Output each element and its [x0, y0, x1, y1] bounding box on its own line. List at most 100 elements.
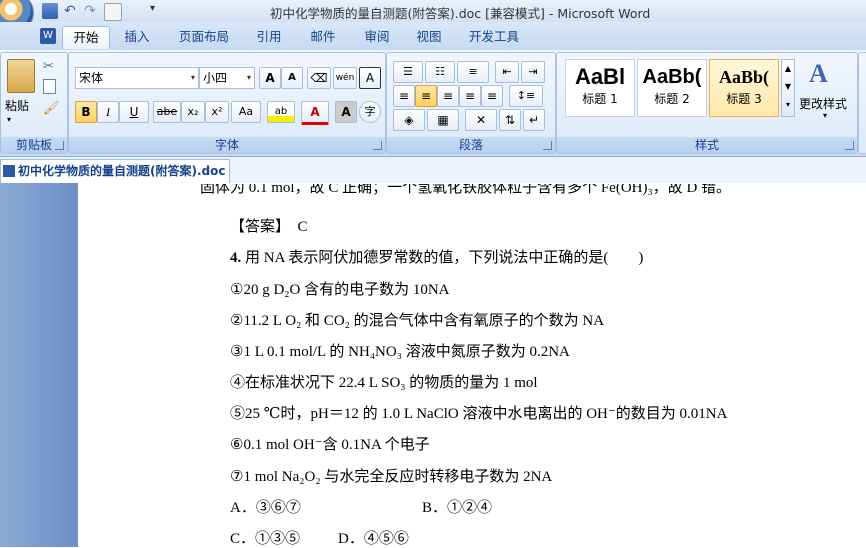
font-size-select[interactable]: 小四 ▾: [199, 67, 255, 89]
numbering-icon[interactable]: ☷: [425, 61, 455, 83]
option-d: D．④⑤⑥: [338, 531, 409, 547]
customize-qat-icon[interactable]: ▾: [150, 3, 155, 14]
list-item: ①20 g D₂O 含有的电子数为 10NA: [230, 282, 450, 298]
tab-home[interactable]: 开始: [62, 26, 110, 49]
align-left-icon[interactable]: ≡: [393, 85, 415, 107]
styles-gallery-scroll[interactable]: ▲ ▼ ▾: [781, 59, 795, 117]
enclose-char-button[interactable]: 字: [359, 101, 381, 123]
window-title: 初中化学物质的量自测题(附答案).doc [兼容模式] - Microsoft …: [270, 6, 651, 21]
document-tab-bar: 初中化学物质的量自测题(附答案).doc: [0, 157, 866, 184]
editing-group-edge: [858, 52, 866, 154]
redo-icon[interactable]: ↷: [84, 3, 100, 19]
sort-icon[interactable]: ⇅: [499, 109, 521, 131]
align-center-icon[interactable]: ≡: [415, 85, 437, 107]
superscript-button[interactable]: x²: [205, 101, 229, 123]
style-sample: AaBl: [574, 64, 626, 89]
question-text: 用 NA 表示阿伏加德罗常数的值，下列说法中正确的是( ): [245, 250, 644, 266]
font-launcher-icon[interactable]: [373, 141, 382, 150]
save-icon[interactable]: [42, 3, 58, 19]
ribbon-tabs: W 开始 插入 页面布局 引用 邮件 审阅 视图 开发工具: [0, 22, 866, 51]
undo-icon[interactable]: ↶: [64, 3, 80, 19]
align-right-icon[interactable]: ≡: [437, 85, 459, 107]
doc-icon: [3, 165, 15, 177]
list-item: ⑥0.1 mol OH⁻含 0.1NA 个电子: [230, 437, 430, 453]
clipboard-group: 粘贴 ▾ ✂ 🖌 剪贴板: [0, 52, 68, 154]
shrink-font-button[interactable]: A: [281, 67, 303, 89]
change-styles-button[interactable]: 更改样式: [799, 95, 847, 112]
borders-icon[interactable]: ▦: [427, 109, 459, 131]
tab-view[interactable]: 视图: [406, 26, 452, 48]
change-case-button[interactable]: Aa: [231, 101, 261, 123]
list-item: ②11.2 L O₂ 和 CO₂ 的混合气体中含有氧原子的个数为 NA: [230, 313, 605, 329]
increase-indent-icon[interactable]: ⇥: [521, 61, 545, 83]
highlight-color-icon[interactable]: ab: [267, 101, 295, 123]
paste-icon[interactable]: [7, 59, 35, 93]
style-sample: AaBb(: [642, 66, 702, 88]
answer-value: C: [297, 219, 308, 235]
subscript-button[interactable]: x₂: [181, 101, 205, 123]
multilevel-list-icon[interactable]: ≡: [457, 61, 489, 83]
paragraph-launcher-icon[interactable]: [543, 141, 552, 150]
paste-button[interactable]: 粘贴: [5, 97, 29, 114]
tab-page-layout[interactable]: 页面布局: [170, 26, 238, 48]
document-tab-label: 初中化学物质的量自测题(附答案).doc: [18, 164, 226, 178]
justify-icon[interactable]: ≡: [459, 85, 481, 107]
decrease-indent-icon[interactable]: ⇤: [495, 61, 519, 83]
copy-icon[interactable]: [43, 79, 56, 94]
change-styles-icon[interactable]: A: [809, 59, 828, 89]
document-page[interactable]: [78, 183, 866, 547]
word-icon: W: [40, 28, 56, 44]
print-preview-icon[interactable]: [104, 3, 122, 21]
style-heading-1[interactable]: AaBl 标题 1: [565, 59, 635, 117]
char-shading-button[interactable]: A: [335, 101, 357, 123]
question-line: 4. 用 NA 表示阿伏加德罗常数的值，下列说法中正确的是( ): [230, 246, 643, 267]
styles-group-label: 样式: [557, 137, 857, 153]
font-color-icon[interactable]: A: [301, 101, 329, 125]
show-marks-icon[interactable]: ↵: [523, 109, 545, 131]
option-a: A．③⑥⑦: [230, 500, 301, 516]
style-name: 标题 3: [726, 92, 762, 106]
change-styles-dropdown-icon[interactable]: ▾: [823, 111, 827, 120]
phonetic-guide-button[interactable]: wén: [333, 67, 357, 89]
tab-insert[interactable]: 插入: [114, 26, 160, 48]
format-painter-icon[interactable]: 🖌: [43, 101, 60, 116]
tab-review[interactable]: 审阅: [354, 26, 400, 48]
clipboard-launcher-icon[interactable]: [55, 141, 64, 150]
style-name: 标题 2: [654, 92, 690, 106]
list-item: ⑦1 mol Na₂O₂ 与水完全反应时转移电子数为 2NA: [230, 469, 553, 485]
chinese-layout-icon[interactable]: ✕: [465, 109, 497, 131]
style-heading-2[interactable]: AaBb( 标题 2: [637, 59, 707, 117]
document-tab[interactable]: 初中化学物质的量自测题(附答案).doc: [0, 159, 230, 183]
bullets-icon[interactable]: ☰: [393, 61, 423, 83]
styles-launcher-icon[interactable]: [845, 141, 854, 150]
answer-line: 【答案】 C: [230, 215, 308, 236]
font-group: 宋体 ▾ 小四 ▾ A A ⌫ wén A B I U abe x₂ x² Aa a…: [68, 52, 386, 154]
clear-format-icon[interactable]: ⌫: [307, 67, 331, 89]
font-name-select[interactable]: 宋体 ▾: [75, 67, 199, 89]
distributed-icon[interactable]: ≡: [481, 85, 503, 107]
paragraph-group-label: 段落: [387, 137, 555, 153]
paste-dropdown-icon[interactable]: ▾: [7, 115, 11, 124]
tab-mailings[interactable]: 邮件: [300, 26, 346, 48]
list-item: ⑤25 ℃时，pH＝12 的 1.0 L NaClO 溶液中水电离出的 OH⁻的…: [230, 406, 728, 422]
paragraph-group: ☰ ☷ ≡ ⇤ ⇥ ≡ ≡ ≡ ≡ ≡ ↕≡ ◈ ▦ ✕ ⇅ ↵ 段落: [386, 52, 556, 154]
strikethrough-button[interactable]: abe: [153, 101, 181, 123]
tab-developer[interactable]: 开发工具: [460, 26, 528, 48]
tab-references[interactable]: 引用: [246, 26, 292, 48]
shading-icon[interactable]: ◈: [393, 109, 425, 131]
option-c: C．①③⑤: [230, 531, 301, 547]
option-b: B．①②④: [422, 500, 493, 516]
grow-font-button[interactable]: A: [259, 67, 281, 89]
style-heading-3[interactable]: AaBb( 标题 3: [709, 59, 779, 117]
left-margin-strip: [0, 183, 78, 547]
question-number: 4.: [230, 250, 242, 266]
answer-label: 【答案】: [230, 219, 283, 235]
cut-icon[interactable]: ✂: [43, 59, 54, 74]
char-border-button[interactable]: A: [359, 67, 381, 89]
bold-button[interactable]: B: [75, 101, 97, 123]
font-group-label: 字体: [69, 137, 385, 153]
underline-button[interactable]: U: [119, 101, 149, 123]
style-name: 标题 1: [582, 92, 618, 106]
italic-button[interactable]: I: [97, 101, 119, 123]
line-spacing-icon[interactable]: ↕≡: [509, 85, 543, 107]
